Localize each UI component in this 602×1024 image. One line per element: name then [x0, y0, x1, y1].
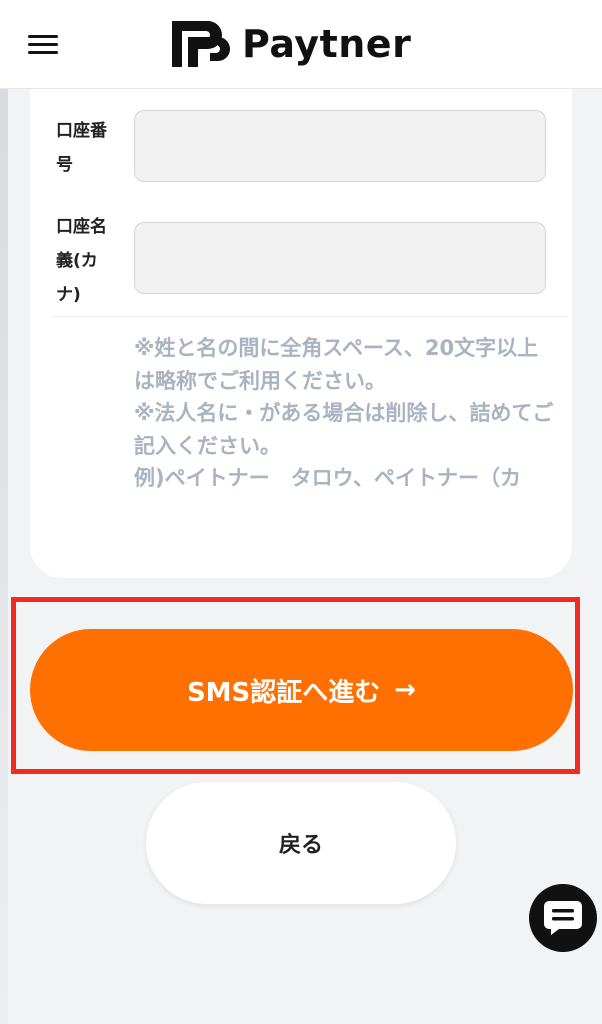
form-divider	[52, 316, 567, 317]
account-number-input[interactable]	[134, 110, 546, 182]
back-button[interactable]: 戻る	[146, 782, 456, 904]
note-line: ※法人名に・がある場合は削除し、詰めてご記入ください。	[134, 401, 554, 458]
paytner-logo-icon	[172, 21, 230, 67]
account-name-kana-label: 口座名 義(カ ナ)	[56, 217, 107, 305]
app-header: Paytner	[0, 0, 602, 89]
chat-bubble-icon	[544, 901, 582, 935]
account-name-kana-input[interactable]	[134, 222, 546, 294]
note-line: 例)ペイトナー タロウ、ペイトナー（カ	[134, 466, 521, 490]
sms-button-label: SMS認証へ進む	[186, 677, 381, 708]
back-button-label: 戻る	[278, 833, 323, 858]
arrow-right-icon: →	[394, 675, 417, 705]
chat-button[interactable]	[529, 884, 597, 952]
page-edge-shadow	[0, 88, 8, 1024]
sms-verification-button[interactable]: SMS認証へ進む →	[30, 629, 573, 751]
note-line: ※姓と名の間に全角スペース、20文字以上は略称でご利用ください。	[134, 336, 539, 393]
account-name-note: ※姓と名の間に全角スペース、20文字以上は略称でご利用ください。 ※法人名に・が…	[134, 332, 554, 495]
brand-logo[interactable]: Paytner	[172, 18, 411, 70]
hamburger-menu-icon[interactable]	[28, 33, 58, 55]
brand-name: Paytner	[242, 22, 412, 66]
bank-account-form-card: 口座番 号 口座名 義(カ ナ) ※姓と名の間に全角スペース、20文字以上は略称…	[30, 70, 572, 578]
account-number-label: 口座番 号	[56, 121, 107, 175]
